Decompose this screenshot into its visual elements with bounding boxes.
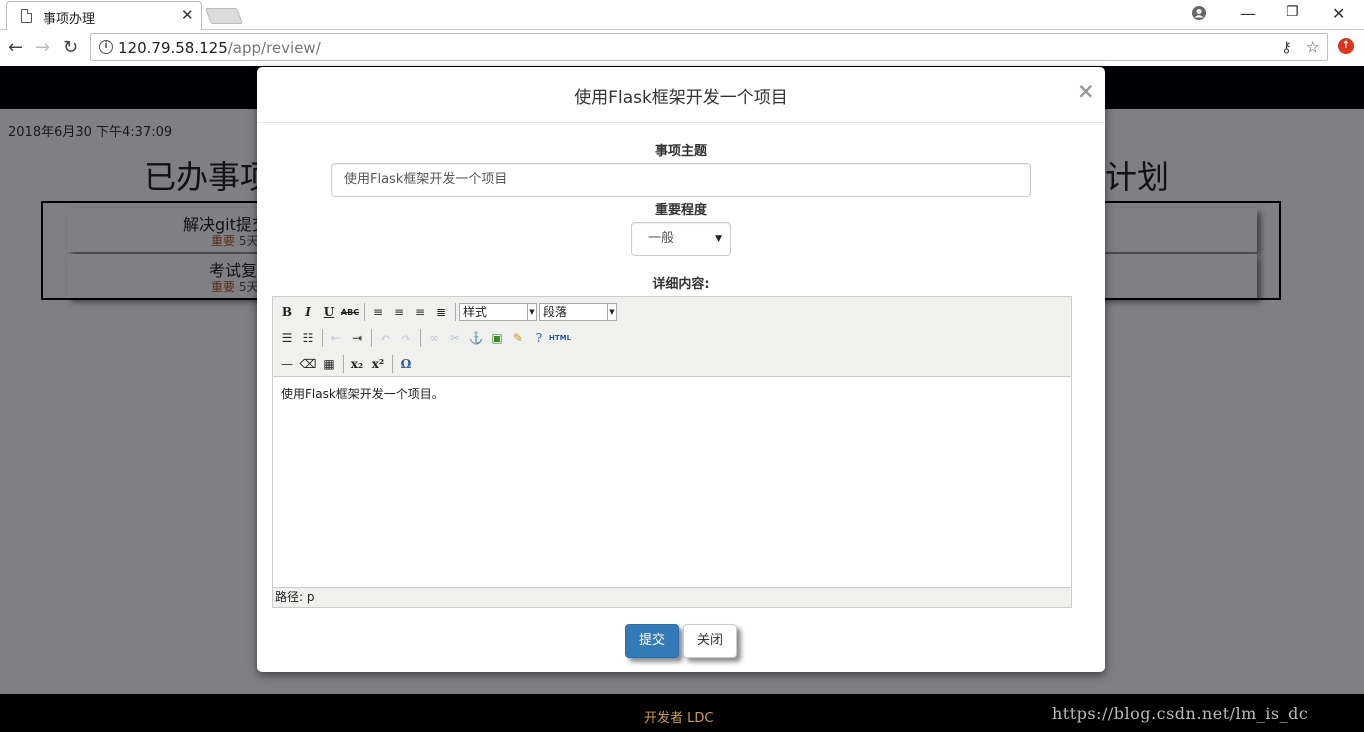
forward-arrow-icon[interactable]: → <box>35 37 50 58</box>
extension-icon[interactable]: ↑ <box>1338 38 1354 54</box>
html-source-icon[interactable]: HTML <box>549 328 571 348</box>
toolbar-row-1: B I U ABC ≡ ≡ ≡ ≣ 样式 ▼ 段落 ▼ <box>277 301 619 323</box>
new-tab-button[interactable] <box>205 8 243 24</box>
modal-title: 使用Flask框架开发一个项目 <box>574 88 788 108</box>
toolbar-separator <box>343 355 344 373</box>
edit-item-modal: 使用Flask框架开发一个项目 × 事项主题 使用Flask框架开发一个项目 重… <box>257 67 1105 672</box>
image-icon[interactable]: ▣ <box>487 328 507 348</box>
watermark: https://blog.csdn.net/lm_is_dc <box>1052 704 1309 723</box>
importance-select[interactable]: 一般 ▼ <box>631 222 731 256</box>
anchor-icon[interactable]: ⚓ <box>466 328 486 348</box>
page-icon <box>21 9 32 23</box>
back-arrow-icon[interactable]: ← <box>8 37 23 58</box>
caret-down-icon: ▼ <box>715 234 722 244</box>
modal-header: 使用Flask框架开发一个项目 × <box>257 67 1105 123</box>
importance-value: 一般 <box>648 231 675 246</box>
submit-button[interactable]: 提交 <box>625 624 679 658</box>
help-icon[interactable]: ? <box>529 328 549 348</box>
url-host: 120.79.58.125 <box>118 39 228 57</box>
underline-icon[interactable]: U <box>319 302 339 322</box>
minimize-button[interactable]: — <box>1240 4 1256 23</box>
editor-toolbar: B I U ABC ≡ ≡ ≡ ≣ 样式 ▼ 段落 ▼ ☰ ☷ ⇤ ⇥ ↶ ↷ … <box>273 297 1071 377</box>
toolbar-separator <box>371 329 372 347</box>
align-right-icon[interactable]: ≡ <box>410 302 430 322</box>
toolbar-separator <box>322 329 323 347</box>
profile-icon[interactable] <box>1192 5 1206 24</box>
italic-icon[interactable]: I <box>298 302 318 322</box>
style-select[interactable]: 样式 ▼ <box>459 303 537 321</box>
style-select-value: 样式 <box>463 305 488 319</box>
level-label: 重要程度 <box>654 203 707 218</box>
caret-down-icon: ▼ <box>527 304 536 320</box>
bullet-list-icon[interactable]: ☰ <box>277 328 297 348</box>
special-char-icon[interactable]: Ω <box>396 354 416 374</box>
page-footer: 开发者 LDC https://blog.csdn.net/lm_is_dc <box>0 694 1364 732</box>
editor-content[interactable]: 使用Flask框架开发一个项目。 <box>281 385 444 402</box>
toolbar-separator <box>420 329 421 347</box>
modal-close-icon[interactable]: × <box>1077 79 1095 103</box>
detail-label: 详细内容: <box>652 277 710 292</box>
address-bar[interactable]: i 120.79.58.125/app/review/ ⚷ ☆ <box>90 33 1328 61</box>
info-icon[interactable]: i <box>99 40 113 54</box>
editor-status-path: 路径: p <box>273 587 1071 607</box>
footer-text: 开发者 LDC <box>644 711 714 726</box>
numbered-list-icon[interactable]: ☷ <box>298 328 318 348</box>
bold-icon[interactable]: B <box>277 302 297 322</box>
browser-tab[interactable]: 事项办理 ✕ <box>6 1 202 30</box>
strikethrough-icon[interactable]: ABC <box>340 302 360 322</box>
star-icon[interactable]: ☆ <box>1306 38 1319 56</box>
redo-icon[interactable]: ↷ <box>396 328 416 348</box>
caret-down-icon: ▼ <box>607 304 616 320</box>
reload-icon[interactable]: ↻ <box>63 37 78 58</box>
restore-button[interactable]: ❐ <box>1286 4 1299 20</box>
table-icon[interactable]: ▦ <box>319 354 339 374</box>
unlink-icon[interactable]: ✂ <box>445 328 465 348</box>
topic-input[interactable]: 使用Flask框架开发一个项目 <box>331 163 1031 197</box>
format-select[interactable]: 段落 ▼ <box>539 303 617 321</box>
eraser-icon[interactable]: ⌫ <box>298 354 318 374</box>
toolbar-separator <box>455 303 456 321</box>
align-left-icon[interactable]: ≡ <box>368 302 388 322</box>
topic-label: 事项主题 <box>654 144 707 159</box>
toolbar-row-2: ☰ ☷ ⇤ ⇥ ↶ ↷ ∞ ✂ ⚓ ▣ ✎ ? HTML <box>277 327 571 349</box>
window-close-button[interactable]: ✕ <box>1332 4 1345 23</box>
tab-title: 事项办理 <box>43 12 96 27</box>
align-justify-icon[interactable]: ≣ <box>431 302 451 322</box>
toolbar-separator <box>392 355 393 373</box>
url-path: /app/review/ <box>227 39 321 57</box>
rich-text-editor: B I U ABC ≡ ≡ ≡ ≣ 样式 ▼ 段落 ▼ ☰ ☷ ⇤ ⇥ ↶ ↷ … <box>272 296 1072 608</box>
horizontal-rule-icon[interactable]: — <box>277 354 297 374</box>
toolbar-row-3: — ⌫ ▦ x₂ x² Ω <box>277 353 417 375</box>
tab-close-icon[interactable]: ✕ <box>181 6 194 24</box>
indent-icon[interactable]: ⇥ <box>347 328 367 348</box>
key-icon[interactable]: ⚷ <box>1281 38 1292 56</box>
align-center-icon[interactable]: ≡ <box>389 302 409 322</box>
superscript-icon[interactable]: x² <box>368 354 388 374</box>
link-icon[interactable]: ∞ <box>424 328 444 348</box>
browser-tab-bar: 事项办理 ✕ — ❐ ✕ <box>0 0 1364 30</box>
url-text: 120.79.58.125/app/review/ <box>118 39 321 57</box>
subscript-icon[interactable]: x₂ <box>347 354 367 374</box>
undo-icon[interactable]: ↶ <box>375 328 395 348</box>
cleanup-icon[interactable]: ✎ <box>508 328 528 348</box>
close-button[interactable]: 关闭 <box>683 624 737 658</box>
outdent-icon[interactable]: ⇤ <box>326 328 346 348</box>
format-select-value: 段落 <box>543 305 568 319</box>
toolbar-separator <box>364 303 365 321</box>
